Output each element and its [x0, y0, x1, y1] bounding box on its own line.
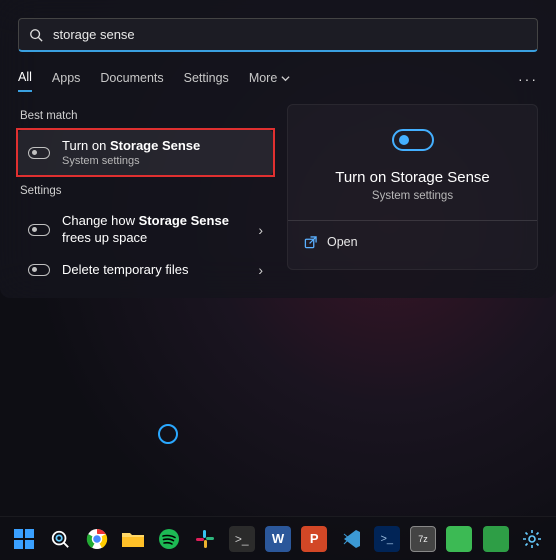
- result-title: Change how Storage Sense frees up space: [62, 213, 246, 246]
- filter-tabs: All Apps Documents Settings More ···: [18, 70, 538, 92]
- toggle-icon: [28, 224, 50, 236]
- search-icon: [29, 28, 43, 42]
- search-input[interactable]: [53, 27, 527, 42]
- result-change-storage-sense[interactable]: Change how Storage Sense frees up space …: [18, 205, 273, 254]
- divider: [288, 220, 537, 221]
- tab-more-label: More: [249, 71, 277, 85]
- preview-pane: Turn on Storage Sense System settings Op…: [287, 104, 538, 286]
- tab-more[interactable]: More: [249, 71, 290, 91]
- toggle-icon: [28, 264, 50, 276]
- taskbar-word[interactable]: W: [264, 524, 292, 554]
- taskbar-app-green1[interactable]: [445, 524, 473, 554]
- preview-open-action[interactable]: Open: [304, 229, 521, 255]
- taskbar-powershell[interactable]: >_: [373, 524, 401, 554]
- result-title: Delete temporary files: [62, 262, 246, 278]
- section-settings: Settings: [20, 185, 273, 197]
- preview-title: Turn on Storage Sense: [304, 169, 521, 186]
- taskbar-terminal[interactable]: >_: [228, 524, 256, 554]
- taskbar-vscode[interactable]: [336, 524, 364, 554]
- taskbar-file-explorer[interactable]: [119, 524, 147, 554]
- preview-open-label: Open: [327, 235, 358, 249]
- search-box[interactable]: [18, 18, 538, 52]
- start-search-flyout: All Apps Documents Settings More ··· Bes…: [0, 0, 556, 298]
- cortana-icon[interactable]: [158, 424, 178, 444]
- result-best-match[interactable]: Turn on Storage Sense System settings: [18, 130, 273, 175]
- chevron-right-icon: ›: [258, 222, 263, 238]
- preview-subtitle: System settings: [304, 190, 521, 202]
- preview-toggle-icon: [392, 129, 434, 151]
- tab-apps[interactable]: Apps: [52, 71, 81, 91]
- result-title: Turn on Storage Sense: [62, 138, 263, 154]
- chevron-down-icon: [281, 74, 290, 83]
- taskbar: >_ W P >_ 7z: [0, 516, 556, 560]
- taskbar-chrome[interactable]: [83, 524, 111, 554]
- toggle-icon: [28, 147, 50, 159]
- section-best-match: Best match: [20, 110, 273, 122]
- chevron-right-icon: ›: [258, 262, 263, 278]
- result-subtitle: System settings: [62, 155, 263, 167]
- results-column: Best match Turn on Storage Sense System …: [18, 104, 273, 286]
- tab-all[interactable]: All: [18, 70, 32, 92]
- taskbar-slack[interactable]: [191, 524, 219, 554]
- taskbar-7zip[interactable]: 7z: [409, 524, 437, 554]
- overflow-button[interactable]: ···: [518, 71, 538, 91]
- taskbar-settings[interactable]: [518, 524, 546, 554]
- result-delete-temp-files[interactable]: Delete temporary files ›: [18, 254, 273, 286]
- taskbar-powerpoint[interactable]: P: [300, 524, 328, 554]
- taskbar-start[interactable]: [10, 524, 38, 554]
- tab-settings[interactable]: Settings: [184, 71, 229, 91]
- taskbar-spotify[interactable]: [155, 524, 183, 554]
- open-icon: [304, 236, 317, 249]
- taskbar-search[interactable]: [46, 524, 74, 554]
- tab-documents[interactable]: Documents: [100, 71, 163, 91]
- taskbar-app-green2[interactable]: [481, 524, 509, 554]
